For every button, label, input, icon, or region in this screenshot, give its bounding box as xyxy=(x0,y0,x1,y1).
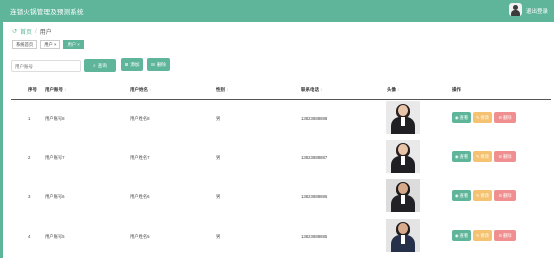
breadcrumb: ↺ 首页 / 用户 xyxy=(12,27,52,37)
sort-icon[interactable]: ↕ xyxy=(226,87,228,92)
home-icon: ↺ xyxy=(12,29,18,35)
edit-icon: ✎ xyxy=(475,232,480,238)
trash-icon: ⊘ xyxy=(498,114,502,120)
tab-user-1[interactable]: 用户 × xyxy=(40,40,61,49)
tab-user-active[interactable]: 用户 × xyxy=(63,40,84,49)
cell-phone: 13823888888 xyxy=(301,116,328,121)
cell-phone: 13823888887 xyxy=(301,155,328,160)
header-actions: 操作 xyxy=(452,87,461,92)
user-photo[interactable] xyxy=(386,140,420,173)
tab-bar: 系统首页 用户 × 用户 × xyxy=(12,40,84,49)
breadcrumb-home[interactable]: 首页 xyxy=(20,27,32,36)
search-icon: ⌕ xyxy=(93,63,96,68)
user-photo[interactable] xyxy=(386,101,420,134)
header-index: 序号 xyxy=(28,87,37,92)
edit-icon: ✎ xyxy=(475,153,480,159)
cell-index: 4 xyxy=(28,234,31,239)
batch-delete-button[interactable]: ⊟ 删除 xyxy=(147,58,170,71)
cell-name: 用户姓名8 xyxy=(130,116,150,121)
user-photo[interactable] xyxy=(386,219,420,252)
sidebar-strip xyxy=(0,22,3,258)
view-button[interactable]: ◉ 查看 xyxy=(452,230,471,241)
add-button[interactable]: ⊞ 添加 xyxy=(121,58,143,71)
user-photo[interactable] xyxy=(386,179,420,212)
cell-account: 用户账号8 xyxy=(45,116,65,121)
edit-button[interactable]: ✎ 修改 xyxy=(473,230,492,241)
cell-gender: 男 xyxy=(216,194,221,199)
search-input[interactable] xyxy=(11,60,81,72)
header-name[interactable]: 用户姓名↕ xyxy=(130,87,151,93)
cell-phone: 13823888886 xyxy=(301,194,328,199)
sort-icon[interactable]: ↕ xyxy=(149,87,151,92)
table-row: 2 用户账号7 用户姓名7 男 13823888887 ◉ 查看 ✎ 修改 ⊘ 删除 xyxy=(11,138,551,178)
breadcrumb-current: 用户 xyxy=(39,30,52,36)
cell-account: 用户账号7 xyxy=(45,155,65,160)
edit-icon: ✎ xyxy=(475,114,480,120)
header-gender[interactable]: 性别↕ xyxy=(216,87,228,93)
trash-icon: ⊘ xyxy=(498,192,502,198)
cell-gender: 男 xyxy=(216,116,221,121)
logout-button[interactable]: 退出登录 xyxy=(526,7,548,15)
plus-icon: ⊞ xyxy=(124,61,129,67)
trash-icon: ⊘ xyxy=(498,232,502,238)
cell-name: 用户姓名6 xyxy=(130,194,150,199)
cell-account: 用户账号5 xyxy=(45,234,65,239)
sort-icon[interactable]: ↕ xyxy=(320,87,322,92)
delete-label: 删除 xyxy=(156,61,167,67)
table-row: 1 用户账号8 用户姓名8 男 13823888888 ◉ 查看 ✎ 修改 ⊘ 删除 xyxy=(11,99,551,139)
tab-home[interactable]: 系统首页 xyxy=(12,40,38,49)
delete-button[interactable]: ⊘ 删除 xyxy=(494,230,516,241)
view-button[interactable]: ◉ 查看 xyxy=(452,112,471,123)
cell-index: 1 xyxy=(28,116,31,121)
query-label: 查询 xyxy=(97,62,107,68)
edit-button[interactable]: ✎ 修改 xyxy=(473,112,492,123)
user-avatar-icon[interactable] xyxy=(509,3,522,16)
delete-button[interactable]: ⊘ 删除 xyxy=(494,112,516,123)
edit-icon: ✎ xyxy=(475,192,480,198)
cell-index: 2 xyxy=(28,155,31,160)
trash-icon: ⊘ xyxy=(498,153,502,159)
cell-name: 用户姓名5 xyxy=(130,234,150,239)
table-row: 3 用户账号6 用户姓名6 男 13823888886 ◉ 查看 ✎ 修改 ⊘ 删除 xyxy=(11,177,551,217)
eye-icon: ◉ xyxy=(454,192,459,198)
sort-icon[interactable]: ↕ xyxy=(397,87,399,92)
header-phone[interactable]: 联系电话↕ xyxy=(301,87,322,93)
eye-icon: ◉ xyxy=(454,114,459,120)
cell-account: 用户账号6 xyxy=(45,194,65,199)
cell-name: 用户姓名7 xyxy=(130,155,150,160)
cell-gender: 男 xyxy=(216,155,221,160)
view-button[interactable]: ◉ 查看 xyxy=(452,151,471,162)
cell-index: 3 xyxy=(28,194,31,199)
header-avatar[interactable]: 头像↕ xyxy=(387,87,399,93)
header-account[interactable]: 用户账号↕ xyxy=(45,87,66,93)
sort-icon[interactable]: ↕ xyxy=(64,87,66,92)
delete-button[interactable]: ⊘ 删除 xyxy=(494,151,516,162)
add-label: 添加 xyxy=(130,61,140,67)
view-button[interactable]: ◉ 查看 xyxy=(452,190,471,201)
table-row: 4 用户账号5 用户姓名5 男 13823888885 ◉ 查看 ✎ 修改 ⊘ 删除 xyxy=(11,217,551,257)
top-bar: 连锁火锅管理及预测系统 退出登录 xyxy=(0,0,554,22)
edit-button[interactable]: ✎ 修改 xyxy=(473,151,492,162)
edit-button[interactable]: ✎ 修改 xyxy=(473,190,492,201)
app-title: 连锁火锅管理及预测系统 xyxy=(10,9,84,16)
delete-icon: ⊟ xyxy=(150,61,155,67)
eye-icon: ◉ xyxy=(454,232,459,238)
cell-phone: 13823888885 xyxy=(301,234,328,239)
query-button[interactable]: ⌕ 查询 xyxy=(84,59,116,72)
delete-button[interactable]: ⊘ 删除 xyxy=(494,190,516,201)
breadcrumb-separator: / xyxy=(35,28,37,35)
cell-gender: 男 xyxy=(216,234,221,239)
eye-icon: ◉ xyxy=(454,153,459,159)
